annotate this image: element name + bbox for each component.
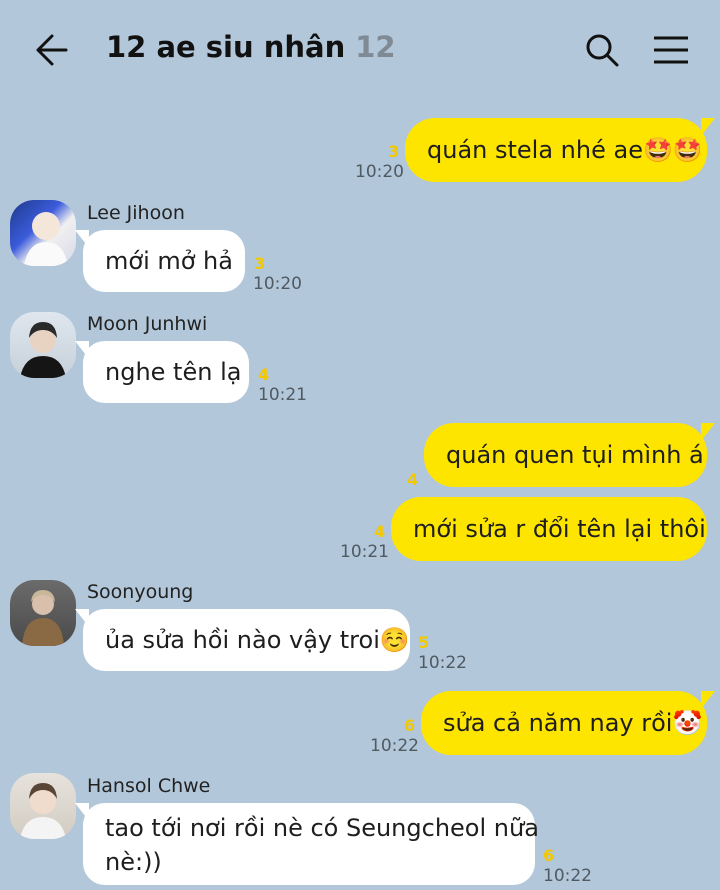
unread-count: 3 [254, 254, 266, 273]
search-icon[interactable] [582, 30, 622, 70]
avatar-soonyoung[interactable] [10, 580, 76, 646]
menu-icon[interactable] [650, 30, 690, 70]
avatar-moon-junhwi[interactable] [10, 312, 76, 378]
sender-name: Moon Junhwi [87, 313, 208, 335]
message-time: 10:21 [258, 385, 307, 405]
unread-count: 6 [404, 716, 416, 735]
unread-count: 5 [418, 633, 430, 652]
unread-count: 4 [258, 365, 270, 384]
message-text: mới mở hả [105, 247, 233, 275]
my-message-bubble[interactable]: quán stela nhé ae🤩🤩 [405, 118, 715, 182]
back-arrow-icon[interactable] [30, 30, 70, 70]
avatar-lee-jihoon[interactable] [10, 200, 76, 266]
their-message-bubble[interactable]: mới mở hả [75, 230, 245, 292]
unread-count: 6 [543, 846, 555, 865]
their-message-bubble[interactable]: nghe tên lạ [75, 341, 249, 403]
message-text: quán quen tụi mình á [446, 441, 704, 469]
unread-count: 4 [407, 470, 419, 489]
their-message-bubble[interactable]: tao tới nơi rồi nè có Seungcheol nữa nè:… [75, 803, 539, 885]
message-text-line: tao tới nơi rồi nè có Seungcheol nữa [105, 814, 539, 842]
member-count: 12 [355, 30, 396, 64]
message-text: quán stela nhé ae🤩🤩 [427, 136, 703, 164]
message-time: 10:21 [340, 542, 389, 562]
message-time: 10:22 [418, 653, 467, 673]
chat-title: 12 ae siu nhân 12 [106, 30, 396, 64]
my-message-bubble[interactable]: sửa cả năm nay rồi🤡 [421, 691, 715, 755]
avatar-hansol-chwe[interactable] [10, 773, 76, 839]
sender-name: Soonyoung [87, 581, 194, 603]
chat-header: 12 ae siu nhân 12 [0, 0, 720, 100]
my-message-bubble[interactable]: quán quen tụi mình á [424, 423, 715, 487]
message-text: sửa cả năm nay rồi🤡 [443, 709, 703, 737]
message-time: 10:22 [370, 736, 419, 756]
message-text: mới sửa r đổi tên lại thôi [413, 515, 706, 543]
unread-count: 3 [388, 142, 400, 161]
unread-count: 4 [374, 522, 386, 541]
message-time: 10:20 [253, 274, 302, 294]
sender-name: Hansol Chwe [87, 775, 211, 797]
room-name: 12 ae siu nhân [106, 30, 346, 64]
my-message-bubble[interactable]: mới sửa r đổi tên lại thôi [391, 497, 707, 561]
sender-name: Lee Jihoon [87, 202, 185, 224]
message-text-line: nè:)) [105, 848, 162, 876]
message-time: 10:22 [543, 866, 592, 886]
message-text: ủa sửa hồi nào vậy troi☺️ [105, 626, 410, 654]
message-time: 10:20 [355, 162, 404, 182]
message-text: nghe tên lạ [105, 358, 242, 386]
their-message-bubble[interactable]: ủa sửa hồi nào vậy troi☺️ [75, 609, 410, 671]
